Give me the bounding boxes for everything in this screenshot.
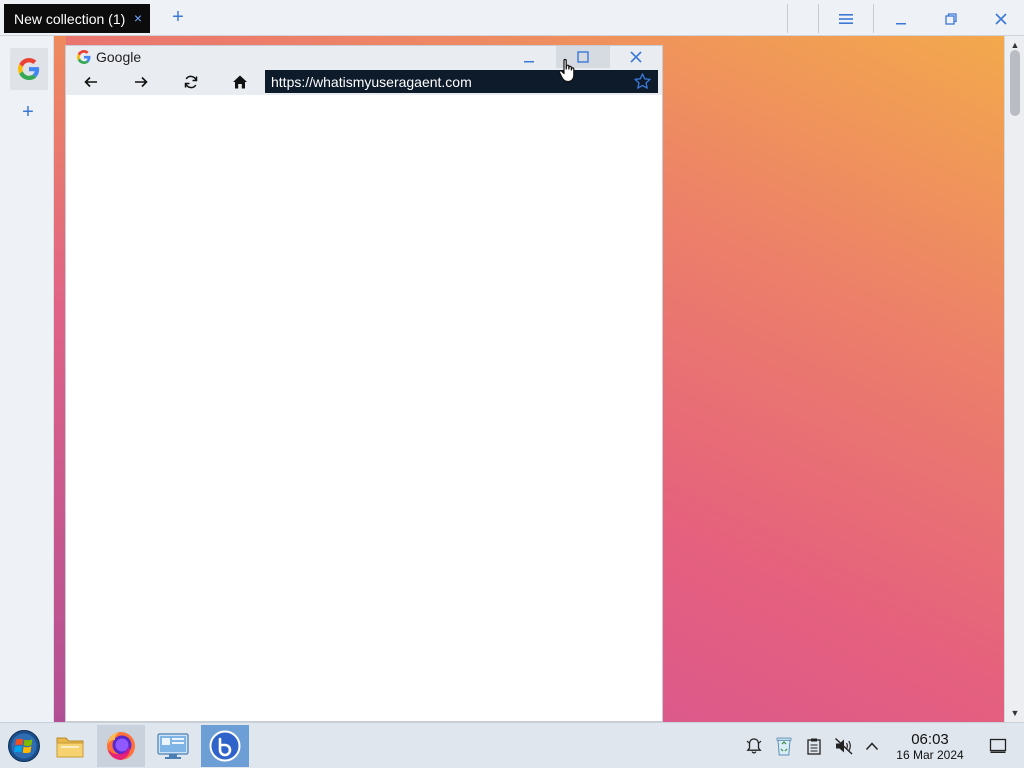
taskbar-firefox[interactable]	[97, 725, 145, 767]
separator	[787, 4, 788, 33]
scroll-down-icon[interactable]: ▼	[1009, 708, 1021, 718]
collection-tab-label: New collection (1)	[14, 10, 126, 27]
system-clock[interactable]: 06:03 16 Mar 2024	[886, 731, 974, 763]
tab-close-icon[interactable]: ×	[134, 10, 142, 26]
start-orb-icon	[8, 730, 40, 762]
browser-title: Google	[96, 49, 142, 65]
hand-cursor-icon	[558, 58, 575, 83]
recycle-bin-icon	[776, 737, 792, 756]
browser-window: Google https://whatismyuseragaent.com	[65, 45, 663, 722]
collection-tab[interactable]: New collection (1) ×	[4, 4, 150, 33]
back-arrow-icon	[84, 76, 97, 88]
address-bar-url: https://whatismyuseragaent.com	[271, 73, 472, 90]
close-icon	[995, 12, 1007, 25]
home-button[interactable]	[229, 71, 251, 93]
scrollbar-thumb[interactable]	[1010, 50, 1020, 116]
back-button[interactable]	[80, 71, 102, 93]
tray-overflow[interactable]	[861, 735, 883, 757]
close-button[interactable]	[974, 4, 1024, 33]
browser-close-button[interactable]	[609, 46, 663, 68]
tray-volume[interactable]	[833, 735, 855, 757]
sidebar-item-google[interactable]	[10, 48, 48, 90]
tray-notifications[interactable]	[743, 735, 765, 757]
taskbar: 06:03 16 Mar 2024	[0, 722, 1024, 768]
reload-icon	[184, 75, 198, 89]
minimize-icon	[896, 22, 906, 24]
scroll-up-icon[interactable]: ▲	[1009, 40, 1021, 50]
minimize-button[interactable]	[874, 4, 928, 33]
home-icon	[233, 75, 247, 89]
menu-icon	[839, 13, 853, 24]
forward-button[interactable]	[130, 71, 152, 93]
taskbar-browser-app[interactable]	[201, 725, 249, 767]
menu-button[interactable]	[819, 4, 873, 33]
reload-button[interactable]	[180, 71, 202, 93]
volume-muted-icon	[834, 737, 853, 755]
show-desktop-button[interactable]	[987, 735, 1009, 757]
firefox-icon	[107, 732, 135, 760]
vertical-scrollbar[interactable]: ▲ ▼	[1004, 36, 1024, 722]
collection-bar: New collection (1) × +	[0, 0, 1024, 36]
google-g-icon	[18, 58, 40, 80]
taskbar-file-explorer[interactable]	[46, 725, 94, 767]
start-button[interactable]	[0, 725, 48, 767]
google-g-icon	[77, 50, 91, 64]
minimize-icon	[524, 61, 534, 63]
control-panel-icon	[157, 733, 189, 759]
browser-minimize-button[interactable]	[502, 46, 556, 68]
file-explorer-icon	[56, 737, 84, 758]
address-bar[interactable]: https://whatismyuseragaent.com	[265, 70, 658, 93]
restore-button[interactable]	[924, 4, 978, 33]
tray-clipboard[interactable]	[803, 735, 825, 757]
star-icon[interactable]	[633, 72, 652, 91]
clock-time: 06:03	[911, 731, 949, 748]
add-collection-button[interactable]: +	[168, 7, 188, 27]
chevron-up-icon	[865, 742, 879, 751]
restore-icon	[945, 12, 957, 25]
add-panel-button[interactable]: +	[18, 102, 38, 122]
taskbar-control-panel[interactable]	[149, 725, 197, 767]
close-icon	[630, 51, 642, 63]
clipboard-icon	[807, 738, 821, 755]
tray-recycle-bin[interactable]	[773, 735, 795, 757]
forward-arrow-icon	[135, 76, 148, 88]
browser-app-icon	[209, 730, 241, 762]
show-desktop-icon	[989, 738, 1007, 753]
notification-bell-icon	[746, 738, 762, 754]
sidebar: +	[0, 36, 54, 722]
maximize-icon	[577, 51, 589, 63]
clock-date: 16 Mar 2024	[896, 748, 964, 762]
page-content-area[interactable]	[66, 95, 662, 721]
